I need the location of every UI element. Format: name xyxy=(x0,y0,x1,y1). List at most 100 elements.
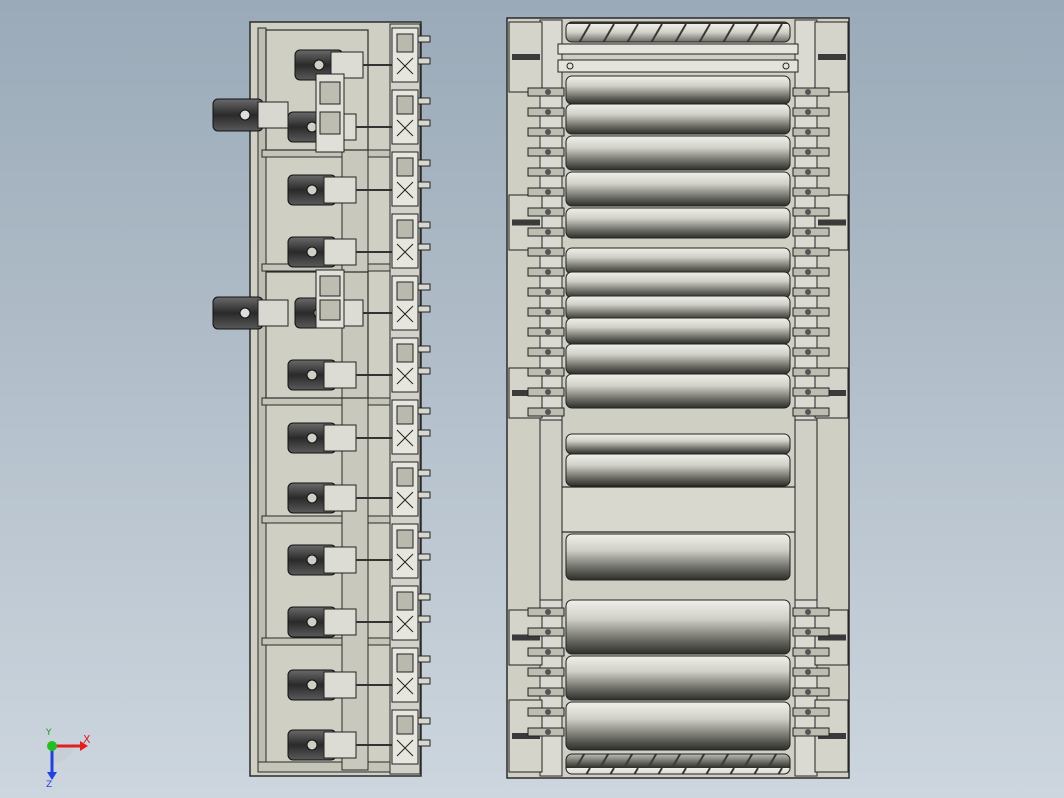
bearing-bolt xyxy=(805,169,811,175)
gearbox[interactable] xyxy=(391,523,431,579)
roller xyxy=(565,453,791,487)
roller-assembly-right[interactable] xyxy=(506,17,850,779)
bearing-bolt xyxy=(545,189,551,195)
gearbox-cover xyxy=(396,405,414,425)
cad-drawing[interactable] xyxy=(0,0,1064,798)
gearbox[interactable] xyxy=(391,709,431,765)
bearing-bolt xyxy=(805,129,811,135)
roller xyxy=(565,247,791,275)
bearing-bolt xyxy=(805,249,811,255)
bearing-bolt xyxy=(805,189,811,195)
bearing-bolt xyxy=(545,169,551,175)
output-shaft xyxy=(417,717,431,725)
motor-hub xyxy=(306,432,318,444)
gearbox[interactable] xyxy=(391,151,431,207)
bearing-bolt xyxy=(805,649,811,655)
roller xyxy=(565,295,791,321)
flange-slot xyxy=(512,219,540,226)
main-drive-motor-upper[interactable] xyxy=(212,98,289,132)
gearbox-cover xyxy=(396,281,414,301)
bearing-bolt xyxy=(805,229,811,235)
cross-member xyxy=(261,515,393,524)
z-axis-label: Z xyxy=(46,780,53,790)
orientation-triad xyxy=(47,741,88,780)
output-shaft xyxy=(417,469,431,477)
gearbox-cover xyxy=(396,653,414,673)
roller xyxy=(565,135,791,171)
gearbox-cover xyxy=(396,157,414,177)
drive-assembly-left[interactable] xyxy=(212,21,431,777)
guard-window xyxy=(794,419,818,601)
bearing-bolt xyxy=(805,269,811,275)
gearbox[interactable] xyxy=(391,275,431,331)
spiral-roller-bottom xyxy=(565,753,791,775)
bearing-bolt xyxy=(545,209,551,215)
bearing-bolt xyxy=(805,89,811,95)
flange-slot xyxy=(818,54,846,60)
roller xyxy=(565,599,791,655)
output-shaft xyxy=(417,221,431,229)
motor-hub xyxy=(306,679,318,691)
output-shaft xyxy=(417,181,431,189)
output-shaft xyxy=(417,345,431,353)
cross-member xyxy=(261,637,393,646)
gearbox[interactable] xyxy=(391,27,431,83)
bearing-bolt xyxy=(545,109,551,115)
gearbox[interactable] xyxy=(391,337,431,393)
roller xyxy=(565,655,791,701)
gearbox[interactable] xyxy=(391,647,431,703)
bearing-bolt xyxy=(805,689,811,695)
roller xyxy=(565,103,791,135)
cad-viewport[interactable]: X Y Z xyxy=(0,0,1064,798)
output-shaft xyxy=(417,97,431,105)
bearing-bolt xyxy=(805,609,811,615)
motor-adapter xyxy=(323,608,357,636)
gearbox[interactable] xyxy=(391,461,431,517)
motor-hub xyxy=(313,59,325,71)
output-shaft xyxy=(417,593,431,601)
bearing-bolt xyxy=(545,409,551,415)
transfer-gearbox-upper[interactable] xyxy=(315,73,345,153)
bearing-bolt xyxy=(545,669,551,675)
roller xyxy=(565,271,791,299)
bearing-bolt xyxy=(805,329,811,335)
gearbox[interactable] xyxy=(391,89,431,145)
output-shaft xyxy=(417,243,431,251)
motor-hub xyxy=(306,184,318,196)
bearing-bolt xyxy=(805,149,811,155)
flange-slot xyxy=(512,54,540,60)
output-shaft xyxy=(417,429,431,437)
bearing-bolt xyxy=(545,129,551,135)
main-drive-motor-lower[interactable] xyxy=(212,296,289,330)
gearbox-cover xyxy=(396,95,414,115)
roller xyxy=(565,207,791,239)
bearing-bolt xyxy=(545,349,551,355)
gearbox[interactable] xyxy=(391,213,431,269)
motor-adapter xyxy=(323,671,357,699)
gearbox-cover xyxy=(396,219,414,239)
bearing-bolt xyxy=(545,609,551,615)
x-axis-label: X xyxy=(83,733,91,746)
roller xyxy=(565,433,791,455)
roller xyxy=(565,373,791,409)
output-shaft xyxy=(417,655,431,663)
output-shaft xyxy=(417,367,431,375)
transfer-gearbox-lower[interactable] xyxy=(315,269,345,329)
bearing-bolt xyxy=(545,709,551,715)
output-shaft xyxy=(417,407,431,415)
motor-adapter xyxy=(323,361,357,389)
motor-adapter xyxy=(323,238,357,266)
bearing-bolt xyxy=(805,629,811,635)
bearing-bolt xyxy=(805,109,811,115)
bearing-bolt xyxy=(545,229,551,235)
motor-adapter xyxy=(323,731,357,759)
roller xyxy=(565,75,791,105)
gearbox[interactable] xyxy=(391,399,431,455)
z-axis-head xyxy=(47,772,57,780)
output-shaft xyxy=(417,159,431,167)
motor-hub xyxy=(306,616,318,628)
gearbox[interactable] xyxy=(391,585,431,641)
output-shaft xyxy=(417,305,431,313)
guard-window xyxy=(539,419,563,601)
bearing-bolt xyxy=(545,689,551,695)
